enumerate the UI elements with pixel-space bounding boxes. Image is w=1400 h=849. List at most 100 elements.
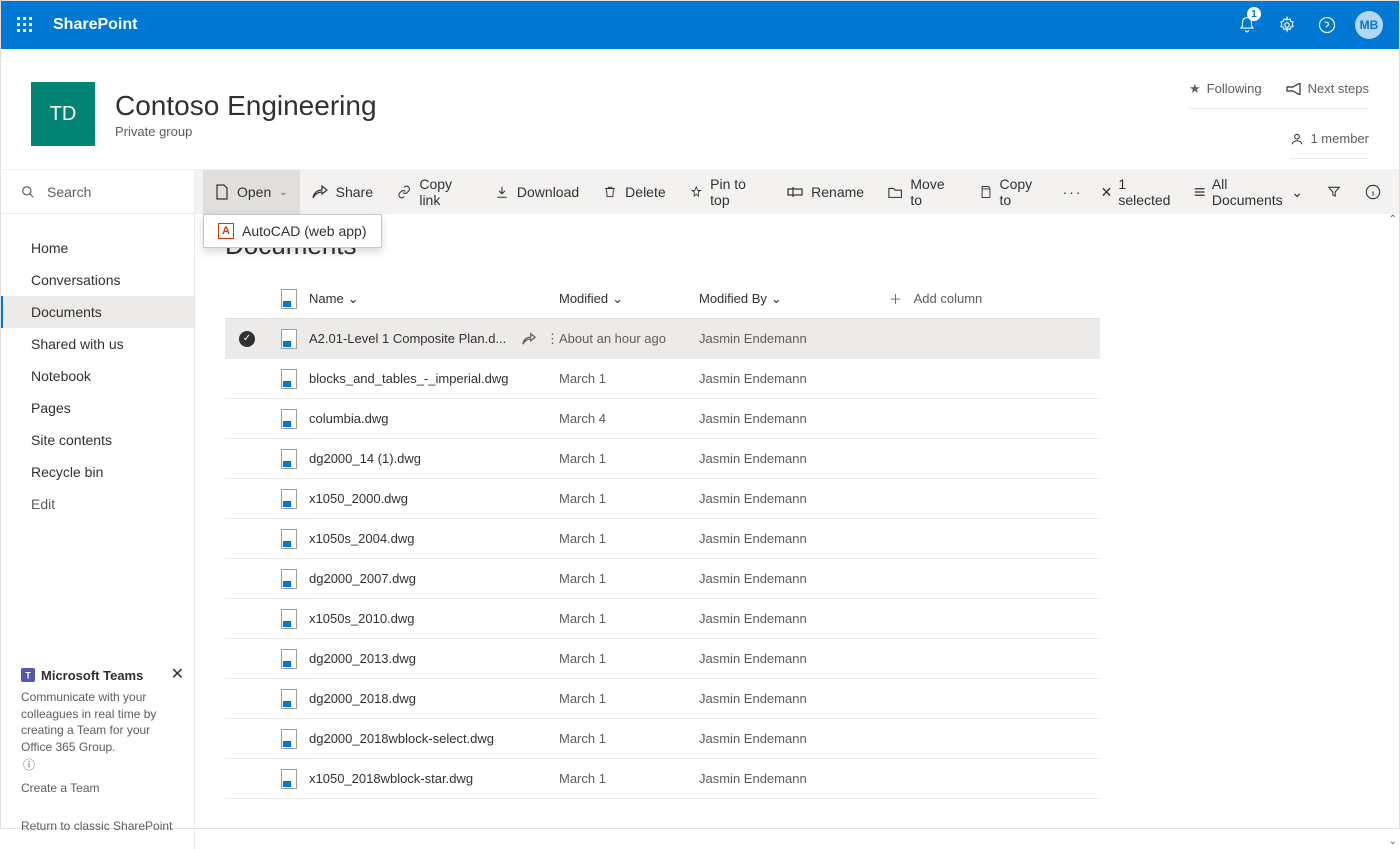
settings-button[interactable] (1267, 1, 1307, 49)
file-name[interactable]: x1050s_2010.dwg (309, 611, 559, 626)
table-row[interactable]: dg2000_14 (1).dwgMarch 1Jasmin Endemann (225, 439, 1100, 479)
next-steps-label: Next steps (1308, 81, 1369, 96)
delete-button[interactable]: Delete (591, 170, 677, 214)
table-row[interactable]: columbia.dwgMarch 4Jasmin Endemann (225, 399, 1100, 439)
open-menu: A AutoCAD (web app) (203, 214, 382, 248)
table-row[interactable]: dg2000_2018wblock-select.dwgMarch 1Jasmi… (225, 719, 1100, 759)
copyto-button[interactable]: Copy to (967, 170, 1055, 214)
file-name[interactable]: columbia.dwg (309, 411, 559, 426)
site-title[interactable]: Contoso Engineering (115, 90, 377, 122)
row-checkbox[interactable] (239, 411, 255, 427)
help-button[interactable] (1307, 1, 1347, 49)
library-title: Documents (225, 230, 1369, 261)
following-button[interactable]: ★ Following (1189, 81, 1262, 97)
file-name[interactable]: x1050s_2004.dwg (309, 531, 559, 546)
row-checkbox[interactable] (239, 571, 255, 587)
info-button[interactable] (1355, 184, 1391, 200)
row-checkbox[interactable] (239, 691, 255, 707)
star-icon: ★ (1189, 81, 1201, 97)
nav-item-pages[interactable]: Pages (1, 392, 194, 424)
col-modifiedby-label: Modified By (699, 291, 767, 306)
row-checkbox[interactable] (239, 731, 255, 747)
return-classic-link[interactable]: Return to classic SharePoint (1, 809, 194, 849)
search-box[interactable]: Search (1, 170, 194, 214)
file-name[interactable]: dg2000_2018wblock-select.dwg (309, 731, 559, 746)
share-icon[interactable] (522, 332, 536, 346)
row-checkbox[interactable] (239, 451, 255, 467)
file-modified: March 1 (559, 451, 699, 466)
nav-item-site-contents[interactable]: Site contents (1, 424, 194, 456)
clear-selection[interactable]: ✕ 1 selected (1091, 176, 1181, 208)
open-label: Open (237, 184, 271, 200)
members-link[interactable]: 1 member (1290, 131, 1369, 146)
file-name[interactable]: A2.01-Level 1 Composite Plan.d...⋮ (309, 331, 559, 347)
open-button[interactable]: Open ⌄ A AutoCAD (web app) (203, 170, 300, 214)
app-launcher-icon[interactable] (9, 9, 41, 41)
file-name[interactable]: blocks_and_tables_-_imperial.dwg (309, 371, 559, 386)
next-steps-button[interactable]: Next steps (1286, 81, 1369, 96)
row-checkbox[interactable] (239, 371, 255, 387)
scroll-up-icon[interactable]: ⌃ (1389, 214, 1397, 225)
copylink-button[interactable]: Copy link (385, 170, 483, 214)
row-checkbox[interactable] (239, 531, 255, 547)
download-button[interactable]: Download (483, 170, 591, 214)
user-avatar[interactable]: MB (1355, 11, 1383, 39)
share-button[interactable]: Share (300, 170, 385, 214)
file-icon (281, 529, 297, 549)
close-icon[interactable]: ✕ (171, 664, 184, 684)
nav-item-shared-with-us[interactable]: Shared with us (1, 328, 194, 360)
row-checkbox[interactable] (239, 651, 255, 667)
svg-text:T: T (25, 671, 31, 681)
moveto-button[interactable]: Move to (876, 170, 967, 214)
file-name[interactable]: dg2000_2018.dwg (309, 691, 559, 706)
scroll-down-icon[interactable]: ⌄ (1389, 836, 1397, 847)
col-file-icon[interactable] (269, 289, 309, 309)
file-modifiedby: Jasmin Endemann (699, 411, 889, 426)
info-icon (1365, 184, 1381, 200)
file-name[interactable]: dg2000_14 (1).dwg (309, 451, 559, 466)
open-menu-item[interactable]: AutoCAD (web app) (242, 223, 367, 239)
rename-icon (787, 186, 803, 198)
nav-item-conversations[interactable]: Conversations (1, 264, 194, 296)
row-checkbox[interactable]: ✓ (239, 331, 255, 347)
filter-button[interactable] (1317, 185, 1351, 199)
table-row[interactable]: blocks_and_tables_-_imperial.dwgMarch 1J… (225, 359, 1100, 399)
file-modified: March 1 (559, 771, 699, 786)
col-modified[interactable]: Modified⌄ (559, 291, 699, 307)
table-row[interactable]: dg2000_2007.dwgMarch 1Jasmin Endemann (225, 559, 1100, 599)
table-row[interactable]: ✓A2.01-Level 1 Composite Plan.d...⋮About… (225, 319, 1100, 359)
table-row[interactable]: x1050s_2004.dwgMarch 1Jasmin Endemann (225, 519, 1100, 559)
row-more-icon[interactable]: ⋮ (546, 331, 559, 347)
nav-item-home[interactable]: Home (1, 232, 194, 264)
file-modified: March 1 (559, 531, 699, 546)
table-row[interactable]: x1050_2018wblock-star.dwgMarch 1Jasmin E… (225, 759, 1100, 799)
file-name[interactable]: x1050_2018wblock-star.dwg (309, 771, 559, 786)
col-name[interactable]: Name⌄ (309, 291, 559, 307)
pin-button[interactable]: Pin to top (678, 170, 776, 214)
rename-button[interactable]: Rename (775, 170, 876, 214)
file-name[interactable]: x1050_2000.dwg (309, 491, 559, 506)
add-column[interactable]: ＋ Add column (889, 289, 1049, 308)
table-row[interactable]: x1050_2000.dwgMarch 1Jasmin Endemann (225, 479, 1100, 519)
brand-label[interactable]: SharePoint (53, 16, 137, 34)
row-checkbox[interactable] (239, 771, 255, 787)
nav-item-documents[interactable]: Documents (1, 296, 194, 328)
create-team-link[interactable]: Create a Team (21, 781, 174, 795)
notifications-button[interactable]: 1 (1227, 1, 1267, 49)
nav-item-recycle-bin[interactable]: Recycle bin (1, 456, 194, 488)
more-button[interactable]: ··· (1055, 170, 1091, 214)
nav-item-notebook[interactable]: Notebook (1, 360, 194, 392)
table-row[interactable]: dg2000_2013.dwgMarch 1Jasmin Endemann (225, 639, 1100, 679)
row-checkbox[interactable] (239, 611, 255, 627)
site-logo[interactable]: TD (31, 82, 95, 146)
row-checkbox[interactable] (239, 491, 255, 507)
table-row[interactable]: dg2000_2018.dwgMarch 1Jasmin Endemann (225, 679, 1100, 719)
view-selector[interactable]: All Documents ⌄ (1184, 176, 1313, 208)
file-modified: March 4 (559, 411, 699, 426)
table-row[interactable]: x1050s_2010.dwgMarch 1Jasmin Endemann (225, 599, 1100, 639)
chevron-down-icon: ⌄ (1291, 184, 1303, 201)
col-modifiedby[interactable]: Modified By⌄ (699, 291, 889, 307)
file-name[interactable]: dg2000_2013.dwg (309, 651, 559, 666)
file-name[interactable]: dg2000_2007.dwg (309, 571, 559, 586)
nav-edit[interactable]: Edit (1, 488, 194, 520)
